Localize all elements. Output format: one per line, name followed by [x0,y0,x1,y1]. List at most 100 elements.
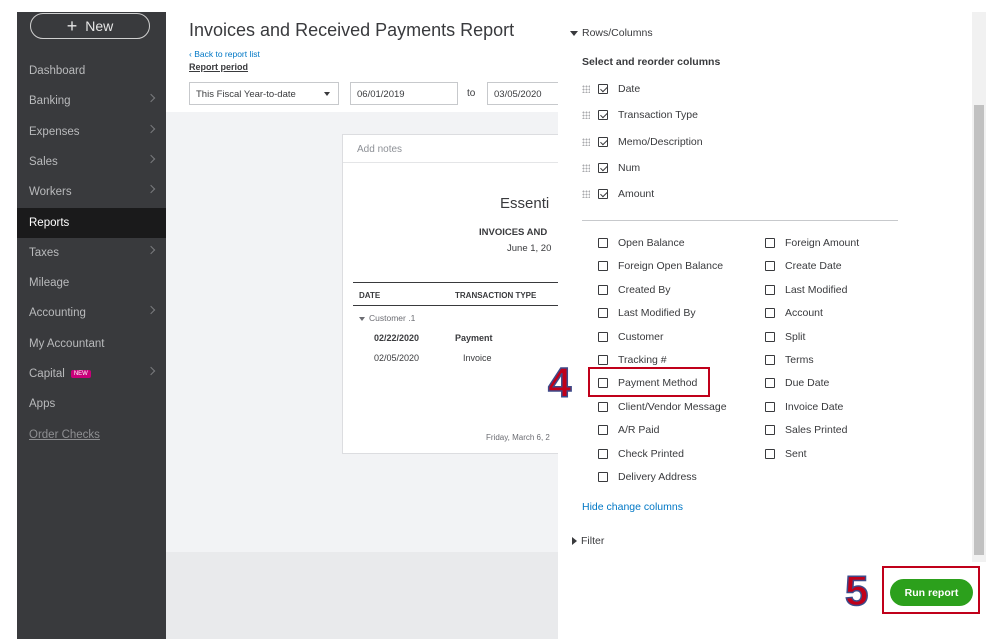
sidebar-item-my-accountant[interactable]: My Accountant [17,329,166,359]
column-option-label: Num [618,161,641,174]
new-button[interactable]: + New [30,13,150,39]
sidebar-item-capital[interactable]: Capital NEW [17,359,166,389]
column-option-create-date[interactable]: Create Date [765,260,842,272]
add-notes-field[interactable]: Add notes [343,135,559,163]
run-report-button[interactable]: Run report [890,579,973,606]
back-to-report-list-link[interactable]: ‹ Back to report list [189,49,260,59]
column-option-sent[interactable]: Sent [765,448,807,460]
column-option-open-balance[interactable]: Open Balance [598,237,685,249]
sidebar-item-accounting[interactable]: Accounting [17,298,166,328]
sidebar-item-mileage[interactable]: Mileage [17,268,166,298]
checkbox[interactable] [598,448,608,459]
sidebar-item-sales[interactable]: Sales [17,147,166,177]
filter-toggle[interactable]: Filter [572,535,604,547]
column-option-date[interactable]: Date [582,83,640,95]
date-from-input[interactable]: 06/01/2019 [350,82,458,105]
sidebar-item-banking[interactable]: Banking [17,86,166,116]
checkbox[interactable] [598,401,608,412]
drag-handle-icon[interactable] [582,85,590,93]
new-button-label: New [85,18,114,34]
checkbox-checked[interactable] [598,110,608,121]
checkbox[interactable] [598,331,608,342]
column-option-foreign-open-balance[interactable]: Foreign Open Balance [598,260,723,272]
hide-change-columns-link[interactable]: Hide change columns [582,501,683,513]
sidebar-item-dashboard[interactable]: Dashboard [17,56,166,86]
sidebar-item-workers[interactable]: Workers [17,177,166,207]
report-period-select[interactable]: This Fiscal Year-to-date [189,82,339,105]
drag-handle-icon[interactable] [582,190,590,199]
chevron-right-icon [146,306,156,315]
checkbox[interactable] [765,284,775,295]
row-date[interactable]: 02/22/2020 [374,333,419,343]
checkbox[interactable] [598,284,608,295]
checkbox[interactable] [765,425,775,436]
checkbox[interactable] [598,472,608,482]
customer-group-row[interactable]: Customer .1 [359,313,415,323]
column-option-account[interactable]: Account [765,307,823,319]
column-option-label: Date [618,83,641,95]
column-option-label: Create Date [785,260,842,273]
date-to-input[interactable]: 03/05/2020 [487,82,558,105]
checkbox-checked[interactable] [598,136,608,147]
column-option-due-date[interactable]: Due Date [765,377,829,389]
checkbox-checked[interactable] [598,162,608,173]
column-option-tracking[interactable]: Tracking # [598,354,667,366]
sidebar-item-expenses[interactable]: Expenses [17,117,166,147]
checkbox[interactable] [765,331,775,342]
sidebar-item-order-checks[interactable]: Order Checks [17,420,166,450]
checkbox[interactable] [765,355,775,365]
column-option-memo-description[interactable]: Memo/Description [582,136,703,148]
column-option-split[interactable]: Split [765,331,805,343]
checkbox-checked[interactable] [598,84,608,94]
row-type[interactable]: Payment [455,333,493,343]
column-header-transaction-type[interactable]: TRANSACTION TYPE [455,291,536,300]
column-option-amount[interactable]: Amount [582,188,654,200]
checkbox[interactable] [765,238,775,248]
sidebar-item-label: Dashboard [29,65,86,77]
scrollbar-thumb[interactable] [974,105,984,555]
row-date[interactable]: 02/05/2020 [374,353,419,363]
checkbox[interactable] [765,308,775,319]
drag-handle-icon[interactable] [582,163,590,172]
panel-scrollbar[interactable] [972,12,986,562]
column-option-delivery-address[interactable]: Delivery Address [598,471,697,483]
left-sidebar: + New Dashboard Banking Expenses Sales Worke… [17,12,166,639]
column-option-terms[interactable]: Terms [765,354,814,366]
checkbox[interactable] [598,425,608,436]
customize-columns-panel: Rows/Columns Select and reorder columns … [558,12,972,562]
checkbox[interactable] [598,308,608,319]
checkbox[interactable] [598,238,608,248]
checkbox[interactable] [765,261,775,272]
column-option-check-printed[interactable]: Check Printed [598,448,684,460]
checkbox[interactable] [598,355,608,365]
row-type[interactable]: Invoice [463,353,492,363]
column-option-invoice-date[interactable]: Invoice Date [765,401,843,413]
column-option-foreign-amount[interactable]: Foreign Amount [765,237,859,249]
new-badge: NEW [70,370,91,378]
page-title: Invoices and Received Payments Report [189,20,515,40]
checkbox[interactable] [765,378,775,389]
column-option-a-r-paid[interactable]: A/R Paid [598,424,659,436]
drag-handle-icon[interactable] [582,137,590,146]
checkbox[interactable] [598,261,608,272]
drag-handle-icon[interactable] [582,111,590,120]
column-option-sales-printed[interactable]: Sales Printed [765,424,847,436]
checkbox[interactable] [765,401,775,412]
column-option-transaction-type[interactable]: Transaction Type [582,109,698,121]
rows-columns-toggle[interactable]: Rows/Columns [570,27,653,39]
sidebar-item-label: Expenses [29,125,80,138]
column-option-label: Last Modified [785,283,848,296]
checkbox[interactable] [765,448,775,459]
column-option-last-modified[interactable]: Last Modified [765,284,847,296]
checkbox-checked[interactable] [598,189,608,200]
sidebar-item-taxes[interactable]: Taxes [17,238,166,268]
column-header-date[interactable]: DATE [359,291,380,300]
column-option-num[interactable]: Num [582,162,640,174]
column-option-last-modified-by[interactable]: Last Modified By [598,307,696,319]
column-option-created-by[interactable]: Created By [598,284,671,296]
sidebar-item-apps[interactable]: Apps [17,389,166,419]
column-option-client-vendor-message[interactable]: Client/Vendor Message [598,401,727,413]
sidebar-item-reports[interactable]: Reports [17,207,166,238]
sidebar-item-label: Sales [29,155,58,168]
column-option-customer[interactable]: Customer [598,331,664,343]
